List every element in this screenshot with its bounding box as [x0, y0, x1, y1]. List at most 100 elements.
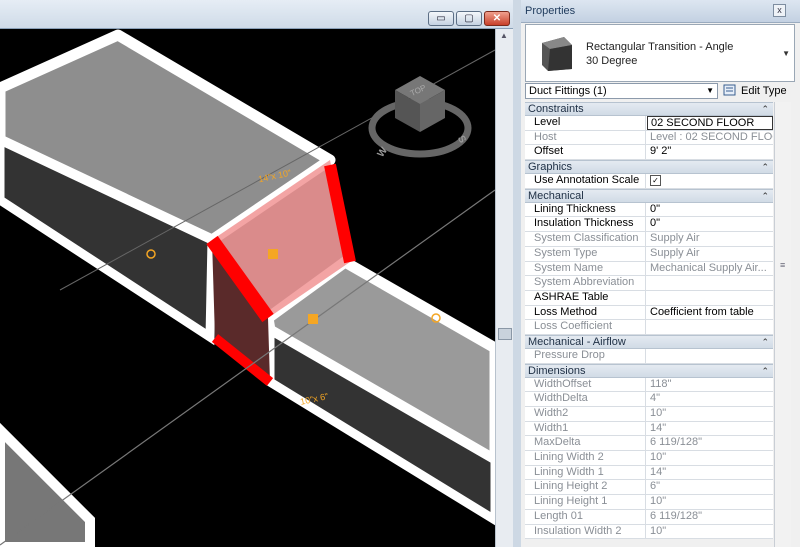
section-constraints[interactable]: Constraints ⌃ [525, 102, 773, 116]
prop-value [647, 349, 773, 363]
prop-value-field[interactable]: 0" [647, 203, 773, 217]
properties-title: Properties [525, 5, 576, 17]
section-dimensions[interactable]: Dimensions ⌃ [525, 363, 773, 378]
restore-icon: ▢ [464, 13, 474, 24]
prop-value: Supply Air [650, 246, 700, 259]
section-mechanical[interactable]: Mechanical ⌃ [525, 188, 773, 203]
collapse-icon[interactable]: ⌃ [761, 365, 769, 378]
prop-key: System Name [525, 261, 646, 276]
connector-grip-icon [268, 249, 278, 259]
collapse-icon[interactable]: ⌃ [761, 161, 769, 174]
prop-row-insulation-width-2: Insulation Width 2 10" [525, 524, 773, 540]
prop-value: 10" [650, 407, 667, 419]
prop-row-system-classification: System Classification Supply Air [525, 232, 773, 247]
prop-row-width-offset: WidthOffset 118" [525, 377, 773, 393]
restore-button[interactable]: ▢ [456, 11, 482, 26]
section-graphics[interactable]: Graphics ⌃ [525, 160, 773, 175]
prop-row-lining-height-1: Lining Height 1 10" [525, 495, 773, 510]
duct-model-svg [0, 29, 495, 547]
prop-key: Insulation Thickness [525, 217, 646, 232]
prop-value [647, 320, 773, 334]
edit-type-label: Edit Type [741, 85, 787, 97]
prop-row-ashrae-table[interactable]: ASHRAE Table [525, 290, 773, 306]
section-label: Dimensions [528, 364, 586, 377]
prop-value: 10" [650, 495, 667, 508]
prop-value-field[interactable]: 0" [647, 217, 773, 231]
prop-row-system-type: System Type Supply Air [525, 246, 773, 262]
properties-titlebar: Properties x [521, 0, 800, 23]
prop-row-width-delta: WidthDelta 4" [525, 392, 773, 407]
properties-grid: Constraints ⌃ Level 02 SECOND FLOOR Host Le… [525, 102, 773, 540]
prop-value-field[interactable]: Coefficient from table [647, 306, 773, 320]
prop-value: 10" [650, 451, 667, 464]
instance-filter-dropdown[interactable]: Duct Fittings (1) ▼ [525, 83, 718, 99]
drawing-canvas[interactable]: TOP W S 14"x 10" 10"x 6" [0, 29, 495, 547]
prop-key: Loss Method [525, 305, 646, 320]
prop-key: ASHRAE Table [525, 290, 646, 305]
prop-key: Lining Height 2 [525, 480, 646, 495]
collapse-icon[interactable]: ⌃ [761, 190, 769, 203]
collapse-icon[interactable]: ⌃ [761, 336, 769, 349]
prop-row-length-01: Length 01 6 119/128" [525, 509, 773, 525]
prop-key: WidthDelta [525, 392, 646, 406]
prop-row-host: Host Level : 02 SECOND FLOOR [525, 130, 773, 146]
prop-row-loss-coefficient: Loss Coefficient [525, 320, 773, 335]
annotation-scale-checkbox[interactable]: ✓ [650, 175, 661, 187]
prop-value: 14" [650, 465, 667, 478]
prop-value-field[interactable]: 02 SECOND FLOOR [647, 116, 773, 130]
prop-key: Lining Height 1 [525, 495, 646, 509]
prop-key: Level [525, 116, 646, 130]
close-button[interactable]: ✕ [484, 11, 510, 26]
prop-value: 10" [650, 524, 667, 537]
prop-row-level[interactable]: Level 02 SECOND FLOOR [525, 116, 773, 131]
properties-scrollbar[interactable]: ≡ [774, 102, 791, 547]
prop-row-offset[interactable]: Offset 9' 2" [525, 145, 773, 161]
prop-value: 4" [650, 392, 661, 405]
prop-row-insulation-thickness[interactable]: Insulation Thickness 0" [525, 217, 773, 233]
3d-view-window: ▭ ▢ ✕ TOP W S 14"x 10" 10"x 6" ▲ [0, 0, 521, 547]
type-dropdown-icon[interactable]: ▼ [782, 49, 790, 58]
close-palette-icon[interactable]: x [773, 4, 786, 17]
prop-row-max-delta: MaxDelta 6 119/128" [525, 436, 773, 452]
view-vertical-scrollbar[interactable]: ▲ [495, 29, 514, 547]
view-titlebar: ▭ ▢ ✕ [0, 0, 521, 29]
collapse-icon[interactable]: ⌃ [761, 103, 769, 116]
prop-row-lining-height-2: Lining Height 2 6" [525, 480, 773, 496]
prop-key: System Type [525, 246, 646, 261]
prop-row-width1: Width1 14" [525, 421, 773, 437]
prop-key: MaxDelta [525, 436, 646, 451]
prop-key: Use Annotation Scale [525, 174, 646, 188]
section-mechanical-airflow[interactable]: Mechanical - Airflow ⌃ [525, 334, 773, 349]
scroll-grip-icon[interactable]: ≡ [780, 260, 785, 270]
scroll-thumb[interactable] [498, 328, 512, 340]
prop-value: 6 119/128" [650, 436, 703, 449]
prop-key: Insulation Width 2 [525, 524, 646, 539]
scroll-up-arrow-icon[interactable]: ▲ [500, 31, 508, 40]
prop-key: Loss Coefficient [525, 320, 646, 334]
prop-key: Length 01 [525, 509, 646, 524]
prop-key: System Abbreviation [525, 276, 646, 290]
type-selector[interactable]: Rectangular Transition - Angle 30 Degree… [525, 24, 795, 82]
prop-row-lining-thickness[interactable]: Lining Thickness 0" [525, 202, 773, 218]
prop-row-pressure-drop: Pressure Drop [525, 348, 773, 364]
section-label: Graphics [528, 161, 573, 174]
prop-value-field[interactable] [647, 291, 773, 305]
prop-row-annotation-scale[interactable]: Use Annotation Scale ✓ [525, 174, 773, 189]
prop-row-lining-width-2: Lining Width 2 10" [525, 451, 773, 466]
prop-row-loss-method[interactable]: Loss Method Coefficient from table [525, 305, 773, 321]
prop-key: Width1 [525, 421, 646, 436]
prop-value: Supply Air [650, 232, 700, 245]
prop-row-lining-width-1: Lining Width 1 14" [525, 465, 773, 481]
prop-value [647, 276, 773, 290]
lower-left-duct [0, 422, 95, 547]
connector-grip-icon-2 [308, 314, 318, 324]
prop-value-field[interactable]: 9' 2" [647, 145, 773, 159]
prop-value: Level : 02 SECOND FLOOR [650, 130, 773, 143]
prop-key: Lining Width 1 [525, 465, 646, 480]
type-name-line1: Rectangular Transition - Angle [586, 41, 734, 53]
close-icon: ✕ [492, 13, 502, 24]
minimize-button[interactable]: ▭ [428, 11, 454, 26]
prop-value: 6 119/128" [650, 509, 703, 522]
instance-filter-value: Duct Fittings (1) [529, 85, 607, 97]
prop-value: 118" [650, 377, 672, 390]
